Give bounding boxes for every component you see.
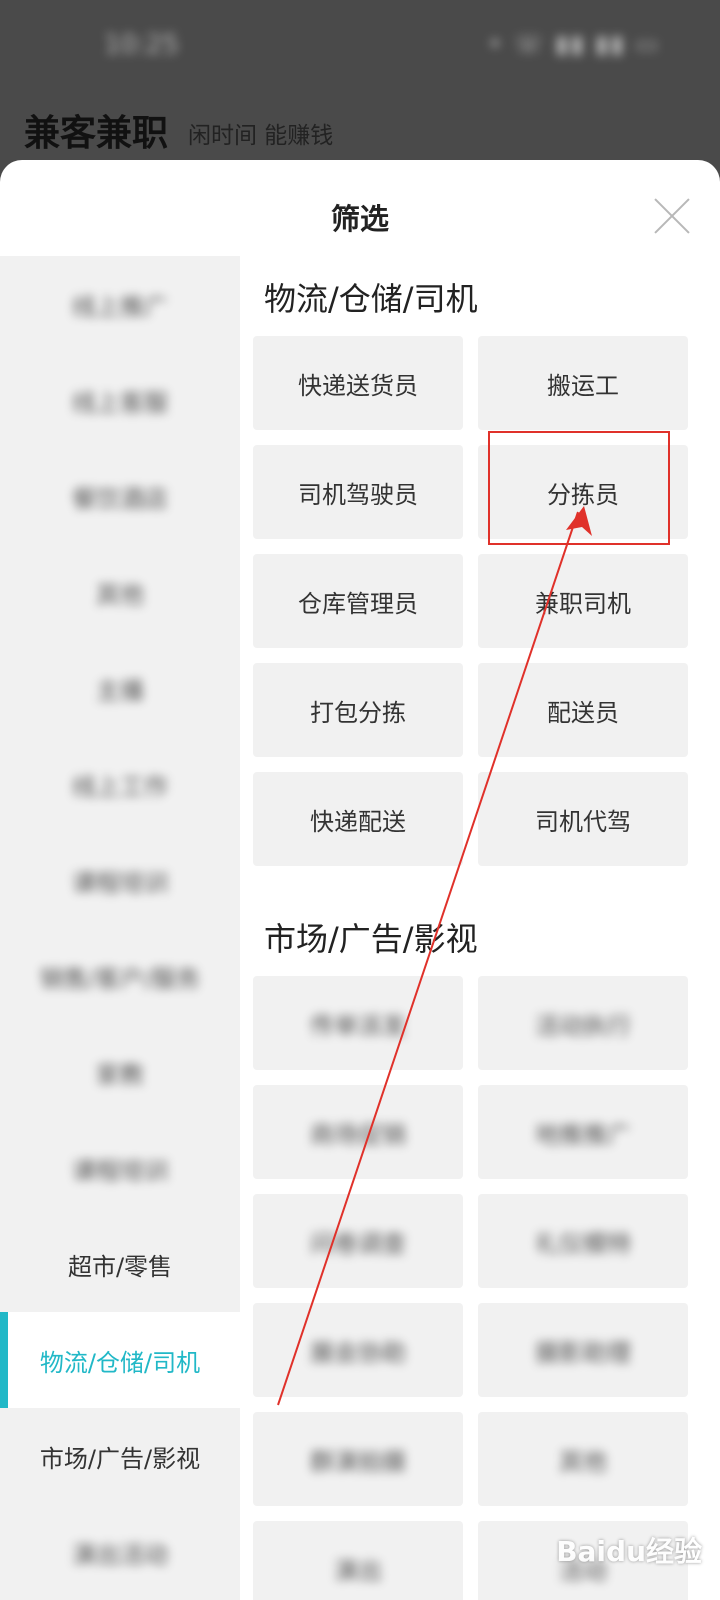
status-icons: • ☏ ▮▮ ▮▮ ▭ (487, 30, 660, 58)
sidebar-item[interactable]: 市场/广告/影视 (0, 1408, 240, 1504)
section-title: 市场/广告/影视 (264, 920, 478, 958)
sidebar-item-label: 线上工作 (72, 772, 168, 801)
tag-button[interactable]: 司机驾驶员 (253, 445, 463, 539)
tag-button[interactable]: 活动执行 (478, 976, 688, 1070)
sidebar-item[interactable]: 课程培训 (0, 832, 240, 928)
tag-label: 摄影助理 (535, 1338, 631, 1367)
sidebar-item[interactable]: 主播 (0, 640, 240, 736)
sidebar-item-label: 物流/仓储/司机 (39, 1348, 201, 1377)
tag-button[interactable]: 搬运工 (478, 336, 688, 430)
tag-label: 商场促销 (310, 1120, 406, 1149)
tag-label: 群演拍摄 (310, 1447, 406, 1476)
sidebar-item[interactable]: 线上工作 (0, 736, 240, 832)
sidebar-item-label: 超市/零售 (67, 1252, 173, 1281)
section-title: 物流/仓储/司机 (264, 280, 478, 318)
category-sidebar: 线上推广 线上客服 餐饮酒店 其他 主播 线上工作 课程培训 销售/客户/服务 家教 课程培训 超市… (0, 256, 240, 1600)
tag-label: 展会协助 (310, 1338, 406, 1367)
sidebar-item-label: 线上推广 (72, 292, 168, 321)
tag-label: 快递配送 (310, 807, 406, 836)
tag-label: 兼职司机 (535, 589, 631, 618)
tag-label: 礼仪模特 (535, 1229, 631, 1258)
sidebar-item[interactable]: 物流/仓储/司机 (0, 1312, 240, 1408)
tag-label: 其他 (559, 1447, 607, 1476)
tag-button[interactable]: 摄影助理 (478, 1303, 688, 1397)
sidebar-item[interactable]: 课程培训 (0, 1120, 240, 1216)
tag-label: 搬运工 (547, 371, 619, 400)
tag-button[interactable]: 快递送货员 (253, 336, 463, 430)
sidebar-item[interactable]: 演出活动 (0, 1504, 240, 1600)
tag-button[interactable]: 司机代驾 (478, 772, 688, 866)
sidebar-item[interactable]: 线上客服 (0, 352, 240, 448)
sidebar-item[interactable]: 餐饮酒店 (0, 448, 240, 544)
tag-label: 仓库管理员 (298, 589, 418, 618)
tag-button[interactable]: 传单派发 (253, 976, 463, 1070)
tag-label: 快递送货员 (298, 371, 418, 400)
tag-label: 地推推广 (535, 1120, 631, 1149)
tag-button[interactable]: 群演拍摄 (253, 1412, 463, 1506)
sidebar-item[interactable]: 家教 (0, 1024, 240, 1120)
tag-button[interactable]: 打包分拣 (253, 663, 463, 757)
sidebar-item-label: 演出活动 (72, 1540, 168, 1569)
app-slogan: 闲时间 能赚钱 (188, 123, 334, 149)
tag-button[interactable]: 演出 (253, 1521, 463, 1600)
tag-button[interactable]: 仓库管理员 (253, 554, 463, 648)
tag-button[interactable]: 商场促销 (253, 1085, 463, 1179)
close-icon[interactable] (652, 196, 692, 236)
sheet-title: 筛选 (330, 202, 389, 236)
annotation-highlight-box (488, 431, 670, 545)
sidebar-item-label: 课程培训 (72, 868, 168, 897)
tag-button[interactable]: 礼仪模特 (478, 1194, 688, 1288)
tag-button[interactable]: 配送员 (478, 663, 688, 757)
tag-label: 配送员 (547, 698, 619, 727)
tag-label: 演出 (334, 1556, 382, 1585)
sidebar-item-label: 市场/广告/影视 (39, 1444, 201, 1473)
sidebar-item[interactable]: 超市/零售 (0, 1216, 240, 1312)
app-title: 兼客兼职 (24, 113, 169, 154)
sidebar-item-label: 其他 (96, 580, 144, 609)
filter-sheet: 筛选 线上推广 线上客服 餐饮酒店 其他 主播 线上工作 课程培训 销售/客户/服务 家教 课程培… (0, 160, 720, 1600)
tag-button[interactable]: 快递配送 (253, 772, 463, 866)
tag-label: 活动执行 (535, 1011, 631, 1040)
tag-label: 司机驾驶员 (298, 480, 418, 509)
tag-button[interactable]: 地推推广 (478, 1085, 688, 1179)
sidebar-item-label: 销售/客户/服务 (39, 964, 201, 993)
sidebar-item[interactable]: 销售/客户/服务 (0, 928, 240, 1024)
sidebar-item-label: 餐饮酒店 (72, 484, 168, 513)
status-bar: 10:25 • ☏ ▮▮ ▮▮ ▭ (0, 0, 720, 96)
sidebar-item[interactable]: 其他 (0, 544, 240, 640)
tag-label: 传单派发 (310, 1011, 406, 1040)
watermark: Baidu经验 (556, 1535, 702, 1568)
tag-button[interactable]: 展会协助 (253, 1303, 463, 1397)
sidebar-item-label: 线上客服 (72, 388, 168, 417)
sidebar-item-label: 主播 (96, 676, 144, 705)
sidebar-item-label: 课程培训 (72, 1156, 168, 1185)
tag-label: 司机代驾 (535, 807, 631, 836)
tag-button[interactable]: 兼职司机 (478, 554, 688, 648)
tag-label: 打包分拣 (310, 698, 406, 727)
sidebar-item-label: 家教 (96, 1060, 144, 1089)
app-header: 兼客兼职 闲时间 能赚钱 (0, 96, 720, 166)
tag-label: 问卷调查 (310, 1229, 406, 1258)
status-time: 10:25 (104, 30, 179, 60)
sidebar-item[interactable]: 线上推广 (0, 256, 240, 352)
tag-button[interactable]: 问卷调查 (253, 1194, 463, 1288)
tag-button[interactable]: 其他 (478, 1412, 688, 1506)
